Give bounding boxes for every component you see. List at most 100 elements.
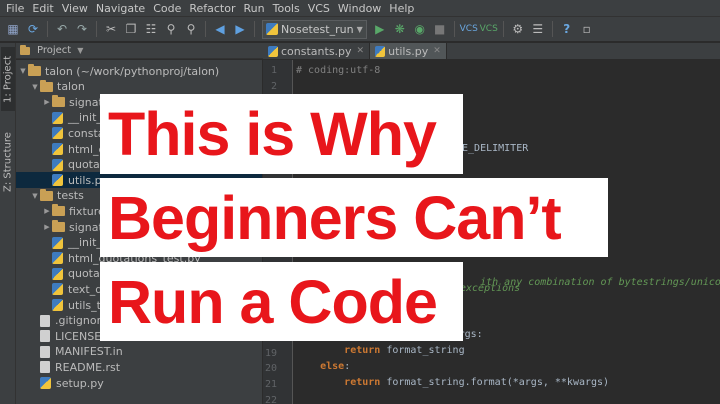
toolbar-divider: [502, 21, 504, 37]
menu-navigate[interactable]: Navigate: [92, 2, 149, 15]
save-icon[interactable]: ▦: [5, 21, 21, 37]
toolbar-divider: [453, 21, 455, 37]
run-configuration-label: Nosetest_run: [281, 22, 354, 36]
menu-view[interactable]: View: [58, 2, 92, 15]
folder-icon: [52, 220, 65, 232]
python-file-icon: [40, 377, 51, 389]
toolbar-divider: [254, 21, 255, 37]
settings-icon[interactable]: ⚙: [510, 21, 526, 37]
keyword-token: else: [320, 361, 345, 372]
text-file-icon: [40, 345, 50, 358]
chevron-right-icon[interactable]: ▶: [42, 223, 52, 231]
tip-icon[interactable]: ▫: [579, 21, 595, 37]
text-file-icon: [40, 361, 50, 374]
back-icon[interactable]: ◀: [212, 21, 228, 37]
vcs-update-icon[interactable]: VCS: [460, 21, 478, 37]
editor-tab[interactable]: constants.py ✕: [263, 43, 371, 59]
tree-item-label: README.rst: [55, 360, 121, 374]
code-line: # coding:utf-8: [296, 65, 381, 76]
python-file-icon: [375, 45, 386, 57]
menu-window[interactable]: Window: [334, 2, 385, 15]
chevron-down-icon[interactable]: ▼: [30, 83, 40, 91]
code-line: else:: [296, 361, 350, 372]
coverage-icon[interactable]: ◉: [412, 21, 428, 37]
redo-icon[interactable]: ↷: [74, 21, 90, 37]
paste-icon[interactable]: ☷: [143, 21, 159, 37]
vcs-commit-icon[interactable]: VCS: [480, 21, 498, 37]
python-file-icon: [52, 299, 63, 311]
find-icon[interactable]: ⚲: [163, 21, 179, 37]
menu-refactor[interactable]: Refactor: [185, 2, 239, 15]
replace-icon[interactable]: ⚲: [183, 21, 199, 37]
folder-icon: [20, 44, 30, 55]
cut-icon[interactable]: ✂: [103, 21, 119, 37]
tree-file[interactable]: setup.py: [16, 375, 262, 391]
run-configuration-select[interactable]: Nosetest_run ▼: [262, 19, 367, 39]
chevron-down-icon[interactable]: ▼: [18, 67, 28, 75]
chevron-down-icon: ▼: [356, 24, 363, 34]
title-banner-line-3: Run a Code: [100, 262, 463, 341]
debug-icon[interactable]: ❋: [392, 21, 408, 37]
tree-folder[interactable]: ▼ talon: [16, 79, 262, 95]
stop-icon[interactable]: ■: [432, 21, 448, 37]
sync-icon[interactable]: ⟳: [25, 21, 41, 37]
tree-file[interactable]: MANIFEST.in: [16, 344, 262, 360]
line-number: 2: [270, 80, 277, 92]
tasks-icon[interactable]: ☰: [530, 21, 546, 37]
folder-icon: [52, 95, 65, 108]
title-banner-line-1: This is Why: [100, 94, 463, 174]
code-line: return format_string.format(*args, **kwa…: [296, 377, 609, 388]
menu-run[interactable]: Run: [240, 2, 269, 15]
structure-tool-tab-label: Z: Structure: [2, 132, 14, 192]
toolbar-divider: [551, 21, 553, 37]
chevron-down-icon[interactable]: ▼: [77, 46, 83, 55]
tree-folder[interactable]: ▼ talon (~/work/pythonproj/talon): [16, 63, 262, 79]
tree-item-label: talon (~/work/pythonproj/talon): [45, 64, 220, 78]
python-file-icon: [52, 111, 63, 124]
menu-tools[interactable]: Tools: [269, 2, 304, 15]
menu-help[interactable]: Help: [385, 2, 418, 15]
python-file-icon: [52, 143, 63, 155]
help-icon[interactable]: ?: [559, 21, 575, 37]
line-number: 22: [264, 394, 277, 404]
toolbar-divider: [96, 21, 97, 37]
chevron-down-icon[interactable]: ▼: [30, 192, 40, 200]
python-file-icon: [52, 283, 63, 296]
project-tool-tab[interactable]: 1: Project: [1, 47, 15, 111]
close-icon[interactable]: ✕: [357, 46, 365, 56]
editor-tab-label: constants.py: [281, 44, 352, 58]
structure-tool-tab[interactable]: Z: Structure: [1, 123, 15, 201]
toolbar-divider: [205, 21, 206, 37]
run-icon[interactable]: ▶: [372, 21, 388, 37]
undo-icon[interactable]: ↶: [54, 21, 70, 37]
code-line: RE_DELIMITER: [456, 143, 529, 154]
menu-vcs[interactable]: VCS: [304, 2, 334, 15]
menu-file[interactable]: File: [2, 2, 28, 15]
close-icon[interactable]: ✕: [433, 46, 441, 56]
text-file-icon: [40, 330, 50, 343]
line-number: 21: [264, 379, 277, 390]
menu-bar: File Edit View Navigate Code Refactor Run Tools…: [0, 0, 720, 17]
line-number: 1: [270, 65, 277, 76]
forward-icon[interactable]: ▶: [232, 21, 248, 37]
project-panel-title[interactable]: Project: [37, 45, 71, 56]
folder-icon: [28, 64, 41, 76]
tree-item-label: LICENSE: [55, 329, 102, 343]
tree-item-label: talon: [57, 80, 85, 94]
chevron-right-icon[interactable]: ▶: [42, 207, 52, 215]
folder-icon: [52, 204, 65, 217]
code-token: :: [344, 361, 351, 372]
menu-edit[interactable]: Edit: [28, 2, 57, 15]
menu-code[interactable]: Code: [149, 2, 185, 15]
line-number: 19: [264, 347, 277, 359]
tree-file[interactable]: README.rst: [16, 359, 262, 375]
chevron-right-icon[interactable]: ▶: [42, 98, 52, 106]
python-file-icon: [52, 158, 63, 171]
text-file-icon: [40, 314, 50, 327]
copy-icon[interactable]: ❐: [123, 21, 139, 37]
editor-tab[interactable]: utils.py ✕: [370, 43, 447, 59]
folder-icon: [40, 79, 53, 92]
project-panel-header: Project ▼: [16, 43, 263, 59]
